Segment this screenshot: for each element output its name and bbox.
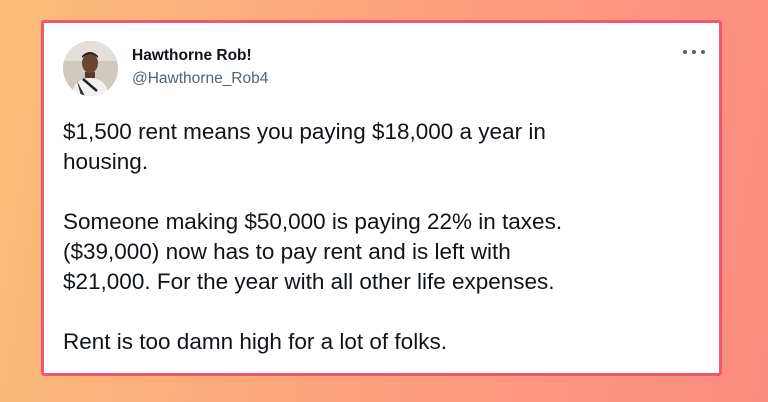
avatar[interactable] [63,41,118,96]
more-horizontal-icon[interactable] [683,45,705,59]
tweet-paragraph: $1,500 rent means you paying $18,000 a y… [63,119,546,174]
more-dot [692,50,696,54]
more-dot [701,50,705,54]
tweet-text: $1,500 rent means you paying $18,000 a y… [63,117,703,357]
profile-photo-icon [63,41,118,96]
author-display-name[interactable]: Hawthorne Rob! [132,46,252,66]
author-handle[interactable]: @Hawthorne_Rob4 [132,69,268,89]
tweet-card: Hawthorne Rob! @Hawthorne_Rob4 $1,500 re… [41,20,722,376]
more-dot [683,50,687,54]
tweet-paragraph: Rent is too damn high for a lot of folks… [63,329,447,354]
tweet-paragraph: Someone making $50,000 is paying 22% in … [63,209,563,294]
